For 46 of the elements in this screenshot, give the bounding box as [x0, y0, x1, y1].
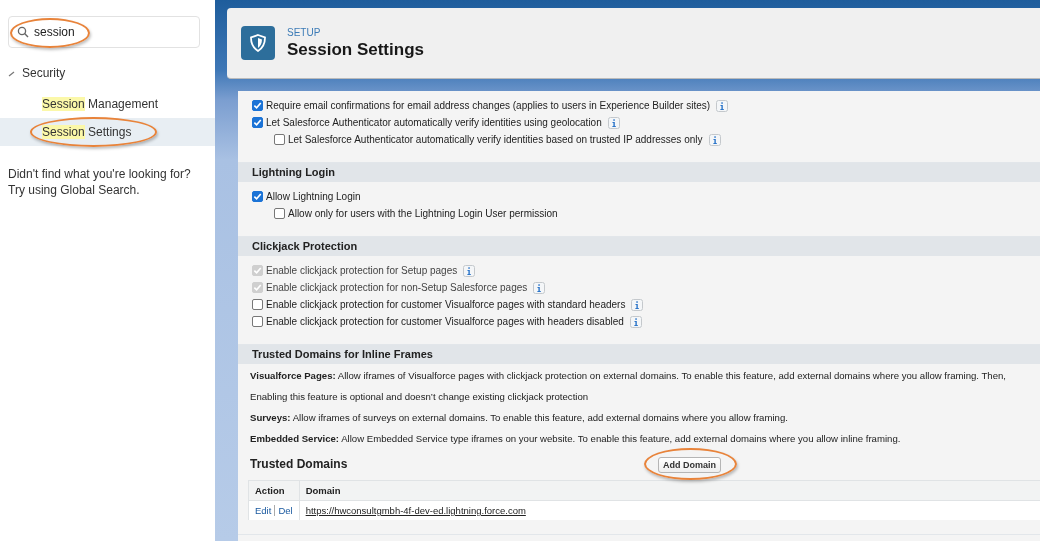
checkbox[interactable] [252, 316, 263, 327]
search-field[interactable]: session [8, 16, 200, 48]
checkbox-label: Allow Lightning Login [266, 191, 361, 202]
info-icon[interactable] [716, 99, 729, 112]
section-heading: Lightning Login [238, 163, 1040, 182]
shield-icon [241, 26, 275, 60]
info-icon[interactable] [607, 116, 620, 129]
action-link[interactable]: Del [274, 505, 293, 516]
description-text: Enabling this feature is optional and doesn’t change existing clickjack protection [249, 391, 590, 402]
checkbox[interactable] [252, 191, 263, 202]
checkbox-label: Require email confirmations for email address changes (applies to users in Experience Builder sites) [266, 100, 711, 111]
hint-text: Didn't find what you're looking for? [8, 166, 192, 182]
description-text: Visualforce Pages: Allow iframes of Visualforce pages with clickjack protection on external domains. To enable this feature, add external domains where you allow framing. Then, [249, 370, 1007, 381]
column-header: Action [248, 480, 300, 501]
breadcrumb: SETUP [287, 26, 322, 38]
checkbox[interactable] [274, 134, 285, 145]
description-text: Surveys: Allow iframes of surveys on external domains. To enable this feature, add external domains where you allow framing. [249, 412, 789, 423]
tree-node[interactable]: Security [22, 66, 66, 80]
search-icon [17, 26, 29, 38]
checkbox[interactable] [274, 208, 285, 219]
description-text: Embedded Service: Allow Embedded Service type iframes on your website. To enable this feature, add external domains where you allow inline framing. [249, 433, 902, 444]
column-header: Domain [299, 480, 1040, 501]
chevron-icon[interactable] [8, 69, 16, 77]
tree-item[interactable]: Session Settings [0, 118, 215, 146]
info-icon[interactable] [629, 315, 642, 328]
checkbox-label: Let Salesforce Authenticator automatically verify identities using geolocation [266, 117, 602, 128]
checkbox-label: Let Salesforce Authenticator automatically verify identities based on trusted IP addresses only [288, 134, 703, 145]
action-link[interactable]: Edit [255, 505, 272, 516]
checkbox-label: Enable clickjack protection for customer Visualforce pages with headers disabled [266, 316, 624, 327]
checkbox-label: Enable clickjack protection for customer Visualforce pages with standard headers [266, 299, 626, 310]
info-icon[interactable] [631, 298, 644, 311]
info-icon[interactable] [708, 133, 721, 146]
subsection-title: Trusted Domains [250, 456, 349, 471]
domain-link[interactable]: https://hwconsultgmbh-4f-dev-ed.lightning.force.com [305, 505, 526, 516]
add-domain-button[interactable]: Add Domain [658, 457, 721, 473]
tree-item[interactable]: Session Management [0, 90, 215, 118]
checkbox-label: Allow only for users with the Lightning Login User permission [288, 208, 558, 219]
section-heading: Trusted Domains for Inline Frames [238, 345, 1040, 364]
checkbox-label: Enable clickjack protection for Setup pages [266, 265, 458, 276]
checkbox-label: Enable clickjack protection for non-Setup Salesforce pages [266, 282, 528, 293]
hint-text: Try using Global Search. [8, 182, 141, 198]
page-title: Session Settings [287, 39, 424, 60]
checkbox[interactable] [252, 100, 263, 111]
section-heading: Clickjack Protection [238, 237, 1040, 256]
checkbox[interactable] [252, 299, 263, 310]
checkbox[interactable] [252, 117, 263, 128]
